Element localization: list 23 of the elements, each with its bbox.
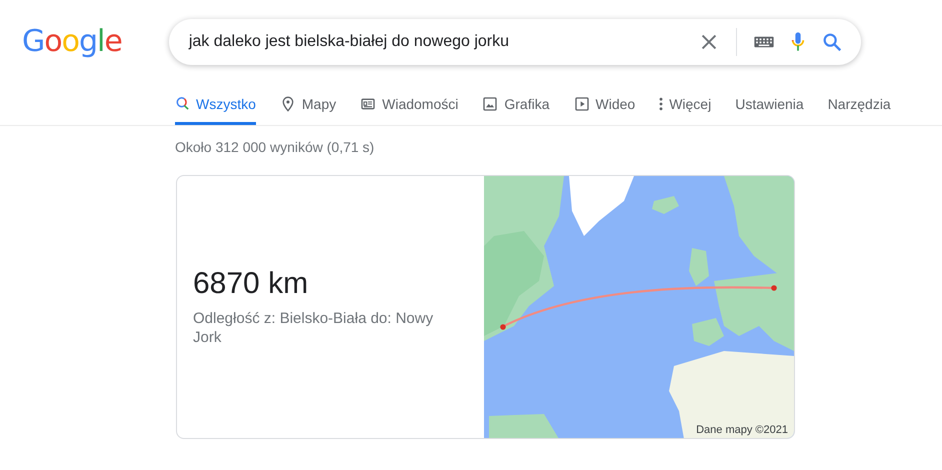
more-icon [659, 96, 664, 110]
distance-description: Odległość z: Bielsko-Biała do: Nowy Jork [193, 309, 434, 347]
keyboard-icon[interactable] [752, 35, 775, 49]
tab[interactable]: Więcej [659, 82, 712, 125]
search-field[interactable]: jak daleko jest bielska-białej do nowego jorku [168, 19, 861, 65]
search-icon[interactable] [820, 31, 843, 53]
microphone-icon[interactable] [790, 31, 805, 53]
play-icon [574, 96, 590, 112]
tab[interactable]: Wszystko [175, 82, 256, 125]
google-logo[interactable]: Google [20, 23, 124, 61]
tab[interactable]: Ustawienia [735, 82, 804, 125]
image-icon [482, 96, 498, 112]
tab[interactable]: Narzędzia [828, 82, 891, 125]
search-icon [175, 96, 190, 111]
distance-value: 6870 km [193, 267, 310, 301]
newspaper-icon [360, 96, 376, 112]
pin-icon [280, 96, 296, 112]
tab[interactable]: Grafika [482, 82, 550, 125]
tab[interactable]: Wideo [574, 82, 636, 125]
tab[interactable]: Mapy [280, 82, 336, 125]
map-attribution: Dane mapy ©2021 [696, 424, 788, 436]
tab[interactable]: Wiadomości [360, 82, 458, 125]
result-count: Około 312 000 wyników (0,71 s) [174, 138, 376, 157]
